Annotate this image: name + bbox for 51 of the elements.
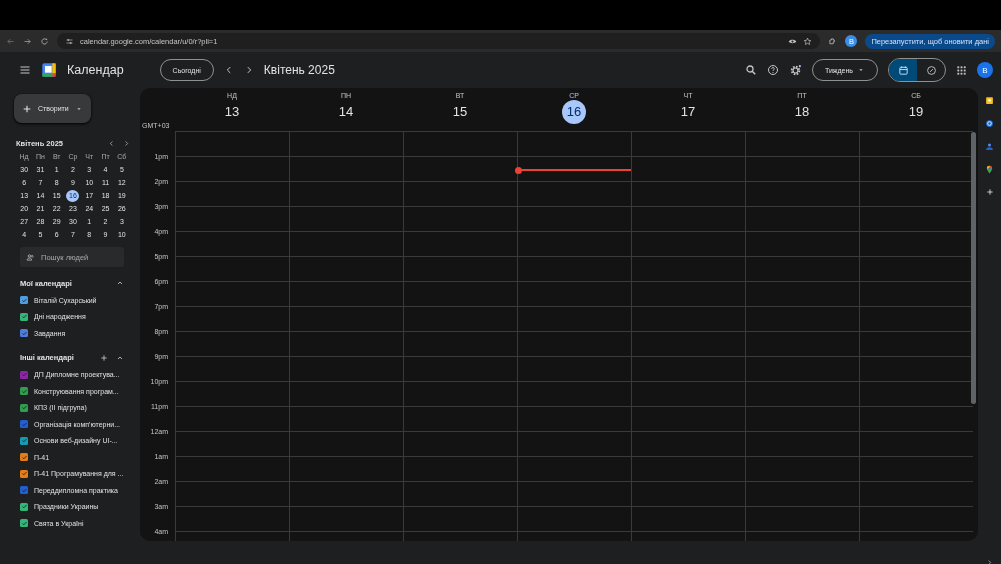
calendar-icon — [897, 64, 909, 76]
task-check-icon — [925, 64, 937, 76]
calendar-checkbox[interactable] — [20, 312, 28, 321]
day-number[interactable]: 16 — [562, 100, 586, 124]
calendar-checkbox[interactable] — [20, 453, 28, 462]
calendar-checkbox[interactable] — [20, 296, 28, 305]
apps-grid-icon[interactable] — [956, 64, 967, 76]
day-number[interactable]: 19 — [904, 100, 928, 124]
calendar-checkbox[interactable] — [20, 420, 28, 429]
day-number[interactable]: 13 — [220, 100, 244, 124]
calendar-checkbox[interactable] — [20, 519, 28, 528]
bookmark-star-icon[interactable] — [803, 36, 813, 46]
site-settings-icon[interactable] — [65, 36, 74, 46]
menu-icon[interactable] — [19, 64, 31, 76]
calendar-logo-icon — [41, 62, 57, 78]
calendar-checkbox[interactable] — [20, 469, 28, 478]
plus-icon[interactable] — [100, 353, 108, 362]
check-icon — [20, 296, 28, 304]
plus-icon[interactable] — [985, 188, 994, 196]
calendar-checkbox[interactable] — [20, 370, 28, 379]
chevron-right-icon[interactable] — [986, 559, 993, 564]
day-number[interactable]: 17 — [676, 100, 700, 124]
note-icon[interactable] — [985, 96, 994, 105]
day-number[interactable]: 15 — [448, 100, 472, 124]
period-title: Квітень 2025 — [263, 63, 335, 77]
view-toggle-segment[interactable] — [889, 59, 917, 81]
day-number[interactable]: 14 — [334, 100, 358, 124]
person-icon[interactable] — [985, 142, 994, 151]
tasks-icon[interactable] — [985, 119, 994, 128]
people-icon — [26, 252, 35, 262]
account-avatar[interactable]: В — [977, 62, 993, 78]
calendar-checkbox[interactable] — [20, 387, 28, 396]
reload-icon[interactable] — [40, 36, 49, 46]
forward-icon[interactable] — [23, 36, 32, 46]
calendar-checkbox[interactable] — [20, 436, 28, 445]
day-number[interactable]: 18 — [790, 100, 814, 124]
plus-icon — [22, 103, 32, 114]
app-title: Календар — [67, 63, 124, 77]
settings-icon[interactable] — [788, 63, 802, 77]
chevron-right-icon[interactable] — [123, 139, 130, 147]
extensions-icon[interactable] — [828, 36, 838, 46]
search-icon[interactable] — [744, 64, 757, 76]
chevron-up-icon[interactable] — [116, 279, 124, 287]
calendar-checkbox[interactable] — [20, 403, 28, 412]
help-icon[interactable] — [766, 64, 779, 76]
chevron-left-icon[interactable] — [108, 139, 115, 147]
map-pin-icon[interactable] — [985, 165, 994, 174]
calendar-checkbox[interactable] — [20, 329, 28, 338]
calendar-checkbox[interactable] — [20, 486, 28, 495]
scrollbar[interactable] — [971, 132, 976, 404]
calendar-checkbox[interactable] — [20, 502, 28, 511]
